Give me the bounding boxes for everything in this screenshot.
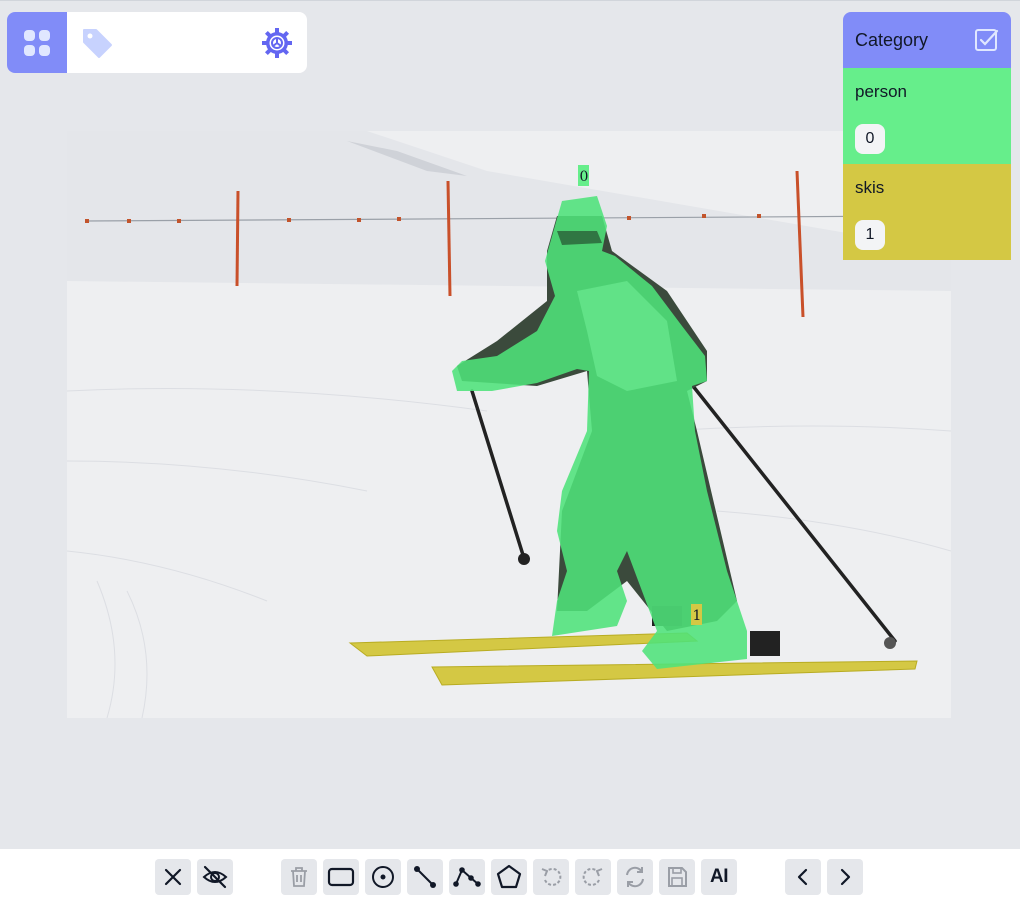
grid-menu-button[interactable] (7, 12, 67, 73)
person-annotation-label: 0 (580, 169, 589, 185)
rectangle-icon (327, 867, 355, 887)
category-name: skis (855, 178, 885, 197)
point-icon (372, 866, 394, 888)
delete-icon (291, 867, 307, 887)
redo-icon (582, 867, 603, 886)
line-tool-button[interactable] (407, 859, 443, 895)
skis-annotation-label: 1 (693, 608, 702, 624)
top-toolbar (7, 12, 307, 73)
annotation-canvas[interactable]: 0 1 (67, 131, 951, 718)
polygon-tool-button[interactable] (491, 859, 527, 895)
category-item-person[interactable]: person 0 (843, 68, 1011, 164)
hide-annotations-button[interactable] (197, 859, 233, 895)
chevron-right-icon (840, 868, 851, 886)
save-button[interactable] (659, 859, 695, 895)
tag-button[interactable] (67, 12, 127, 73)
polyline-icon (453, 867, 481, 887)
polyline-tool-button[interactable] (449, 859, 485, 895)
category-count-badge: 0 (855, 124, 885, 154)
undo-button[interactable] (533, 859, 569, 895)
category-item-skis[interactable]: skis 1 (843, 164, 1011, 260)
bottom-toolbar: AI (0, 849, 1020, 901)
close-button[interactable] (155, 859, 191, 895)
chevron-left-icon (797, 868, 808, 886)
refresh-button[interactable] (617, 859, 653, 895)
category-header: Category (843, 12, 1011, 68)
category-panel: Category person 0 skis 1 (843, 12, 1011, 260)
settings-button[interactable] (247, 12, 307, 73)
previous-image-button[interactable] (785, 859, 821, 895)
category-count-badge: 1 (855, 220, 885, 250)
point-tool-button[interactable] (365, 859, 401, 895)
ai-button[interactable]: AI (701, 859, 737, 895)
ai-button-label: AI (710, 866, 729, 887)
close-icon (164, 868, 182, 886)
polygon-icon (496, 864, 522, 889)
ski-photo: 0 1 (67, 131, 951, 718)
settings-gear-icon (262, 27, 292, 58)
delete-button[interactable] (281, 859, 317, 895)
hide-eye-icon (202, 865, 228, 889)
redo-button[interactable] (575, 859, 611, 895)
line-icon (414, 866, 436, 888)
category-title: Category (855, 29, 929, 50)
rectangle-tool-button[interactable] (323, 859, 359, 895)
refresh-icon (626, 866, 644, 888)
undo-icon (541, 867, 562, 886)
tag-icon (83, 28, 112, 58)
next-image-button[interactable] (827, 859, 863, 895)
category-name: person (855, 82, 907, 101)
grid-icon (24, 29, 50, 56)
select-all-checkbox-icon[interactable] (973, 27, 999, 53)
save-icon (668, 867, 687, 887)
